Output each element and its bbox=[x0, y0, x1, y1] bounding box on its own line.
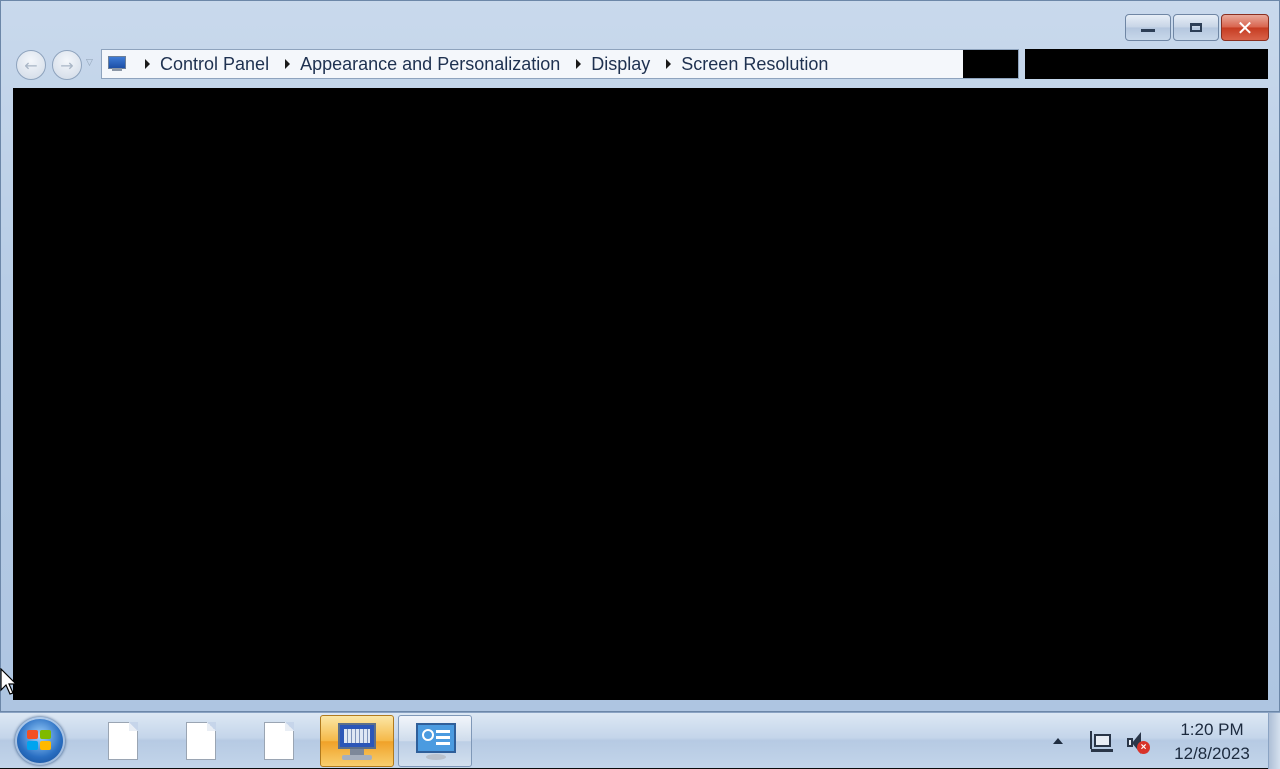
taskbar-item-control-panel[interactable] bbox=[398, 715, 472, 767]
caption-buttons: ✕ bbox=[1125, 14, 1269, 41]
mute-badge-icon: × bbox=[1137, 741, 1150, 754]
back-button[interactable]: ← bbox=[16, 50, 46, 80]
mouse-cursor-icon bbox=[0, 668, 18, 695]
breadcrumb-control-panel[interactable]: Control Panel bbox=[160, 54, 269, 75]
chevron-down-icon: ▽ bbox=[86, 58, 93, 68]
refresh-button-area[interactable] bbox=[963, 50, 1018, 78]
windows-start-orb-icon bbox=[27, 730, 53, 752]
content-area bbox=[13, 88, 1268, 700]
minimize-button[interactable] bbox=[1125, 14, 1171, 41]
taskbar-item-on-screen-keyboard[interactable] bbox=[320, 715, 394, 767]
breadcrumb-arrow-icon[interactable] bbox=[285, 59, 291, 69]
taskbar: × 1:20 PM 12/8/2023 bbox=[0, 712, 1280, 769]
forward-button[interactable]: → bbox=[52, 50, 82, 80]
minimize-icon bbox=[1141, 29, 1155, 32]
clock-time: 1:20 PM bbox=[1180, 720, 1244, 739]
taskbar-item-document-2[interactable] bbox=[164, 715, 238, 767]
maximize-button[interactable] bbox=[1173, 14, 1219, 41]
taskbar-item-document-3[interactable] bbox=[242, 715, 316, 767]
document-icon bbox=[108, 722, 138, 760]
volume-muted-icon[interactable]: × bbox=[1126, 730, 1150, 756]
show-hidden-icons-arrow[interactable] bbox=[1053, 738, 1063, 744]
breadcrumb-arrow-icon[interactable] bbox=[576, 59, 582, 69]
on-screen-keyboard-icon bbox=[334, 721, 380, 761]
back-arrow-icon: ← bbox=[24, 55, 38, 75]
close-icon: ✕ bbox=[1236, 15, 1254, 40]
close-button[interactable]: ✕ bbox=[1221, 14, 1269, 41]
search-input[interactable] bbox=[1025, 49, 1268, 79]
address-bar[interactable]: Control Panel Appearance and Personaliza… bbox=[101, 49, 1019, 79]
breadcrumb-appearance-and-personalization[interactable]: Appearance and Personalization bbox=[300, 54, 560, 75]
recent-pages-dropdown[interactable]: ▽ bbox=[86, 58, 93, 68]
system-clock[interactable]: 1:20 PM 12/8/2023 bbox=[1160, 719, 1264, 767]
document-icon bbox=[264, 722, 294, 760]
forward-arrow-icon: → bbox=[60, 55, 74, 75]
control-panel-icon[interactable] bbox=[107, 55, 127, 73]
show-desktop-button[interactable] bbox=[1268, 713, 1280, 769]
control-panel-icon bbox=[412, 721, 458, 761]
start-button[interactable] bbox=[15, 717, 65, 765]
breadcrumb-arrow-icon[interactable] bbox=[666, 59, 672, 69]
breadcrumb-arrow-icon[interactable] bbox=[145, 59, 150, 69]
clock-date: 12/8/2023 bbox=[1174, 744, 1250, 763]
taskbar-item-document-1[interactable] bbox=[86, 715, 160, 767]
breadcrumb-screen-resolution[interactable]: Screen Resolution bbox=[681, 54, 828, 75]
network-icon[interactable] bbox=[1089, 731, 1113, 755]
breadcrumb-display[interactable]: Display bbox=[591, 54, 650, 75]
document-icon bbox=[186, 722, 216, 760]
screen-resolution-window: ✕ ← → ▽ Control Panel Appearance and Per… bbox=[0, 0, 1280, 712]
restore-icon bbox=[1190, 23, 1202, 32]
